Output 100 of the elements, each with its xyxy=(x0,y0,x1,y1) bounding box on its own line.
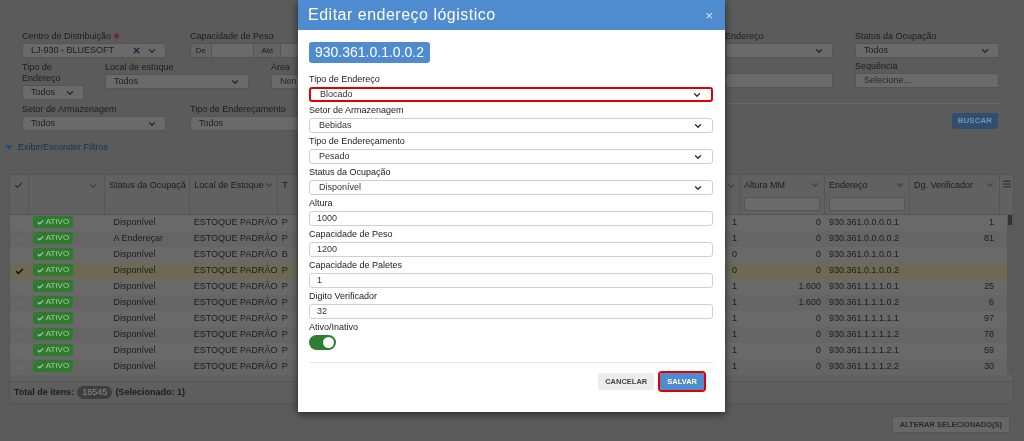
table-cell: 930.361.1.1.1.1.2 xyxy=(829,329,900,340)
input-field[interactable]: 1 xyxy=(309,273,713,288)
table-cell: 1 xyxy=(732,329,737,340)
table-cell: 1 xyxy=(732,297,737,308)
table-cell: 930.361.1.1.1.0.2 xyxy=(829,297,900,308)
clear-icon[interactable] xyxy=(132,46,141,55)
table-cell: 30 xyxy=(984,361,994,372)
table-row[interactable]: 1 0 930.361.0.0.0.0.1 1 xyxy=(725,215,1007,231)
table-row[interactable]: ATIVO Disponível ESTOQUE PADRÃO P xyxy=(10,295,297,311)
select-all-icon[interactable] xyxy=(14,181,24,190)
table-row[interactable]: ATIVO Disponível ESTOQUE PADRÃO P xyxy=(10,279,297,295)
filter-field[interactable]: Selecione... xyxy=(855,73,999,88)
table-cell: 97 xyxy=(984,313,994,324)
field-label: Setor de Armazenagem xyxy=(309,104,405,116)
table-cell: P xyxy=(281,265,288,276)
table-row[interactable]: 0 0 930.361.0.1.0.0.2 xyxy=(725,263,1007,279)
table-cell: 930.361.1.1.1.1.1 xyxy=(829,313,900,324)
input-field[interactable]: 1200 xyxy=(309,242,713,257)
filter-field[interactable]: Nen xyxy=(271,74,298,89)
table-row[interactable]: ATIVO Disponível ESTOQUE PADRÃO P xyxy=(10,343,297,359)
filter-select[interactable] xyxy=(725,43,833,58)
search-button[interactable]: BUSCAR xyxy=(951,113,998,129)
menu-icon[interactable] xyxy=(1001,179,1012,189)
table-row[interactable]: ATIVO Disponível ESTOQUE PADRÃO P xyxy=(10,311,297,327)
filter-select[interactable]: Todos xyxy=(190,116,298,131)
table-cell: Disponível xyxy=(113,281,156,292)
column-header[interactable]: T xyxy=(282,180,288,190)
toggle-switch[interactable] xyxy=(309,335,336,350)
column-header[interactable]: Endereço xyxy=(829,179,868,193)
table-cell: ESTOQUE PADRÃO xyxy=(193,313,278,324)
table-cell: P xyxy=(281,313,288,324)
table-cell: ESTOQUE PADRÃO xyxy=(193,361,278,372)
table-cell: 930.361.1.1.1.0.1 xyxy=(829,281,900,292)
field-label: Tipo de Endereço xyxy=(309,73,381,85)
scrollbar-thumb[interactable] xyxy=(1008,215,1012,225)
chevron-down-icon xyxy=(726,181,736,191)
status-badge: ATIVO xyxy=(32,344,74,356)
table-cell: 0 xyxy=(816,313,821,324)
table-cell: 1 xyxy=(732,233,737,244)
status-badge: ATIVO xyxy=(32,232,74,244)
table-cell: ESTOQUE PADRÃO xyxy=(193,297,278,308)
filter-select[interactable]: Todos xyxy=(855,43,999,58)
input-field[interactable]: 1000 xyxy=(309,211,713,226)
table-cell: B xyxy=(281,249,288,260)
table-cell: P xyxy=(281,345,288,356)
status-badge: ATIVO xyxy=(32,360,74,372)
column-header[interactable]: Altura MM xyxy=(744,179,785,193)
table-cell: 25 xyxy=(984,281,994,292)
select-field[interactable]: Bebidas xyxy=(309,118,713,133)
filter-select[interactable]: LJ-930 - BLUESOFT xyxy=(22,43,166,58)
table-cell: 930.361.0.0.0.0.2 xyxy=(829,233,900,244)
table-cell: ESTOQUE PADRÃO xyxy=(193,249,278,260)
select-field[interactable]: Disponível xyxy=(309,180,713,195)
table-cell: 930.361.1.1.1.2.1 xyxy=(829,345,900,356)
table-row[interactable]: ATIVO Disponível ESTOQUE PADRÃO P xyxy=(10,215,297,231)
filter-label: Centro de Distribuição xyxy=(22,31,166,42)
status-badge: ATIVO xyxy=(32,248,74,260)
table-row[interactable]: 1 0 930.361.1.1.1.2.1 59 xyxy=(725,343,1007,359)
column-header[interactable]: Dg. Verificador xyxy=(914,179,974,193)
input-field[interactable]: 32 xyxy=(309,304,713,319)
range-to-field[interactable] xyxy=(281,43,298,58)
table-cell: 930.361.0.1.0.0.2 xyxy=(829,265,900,276)
table-cell: 1 xyxy=(989,217,994,228)
table-cell: 78 xyxy=(984,329,994,340)
select-field[interactable]: Blocado xyxy=(309,87,713,102)
table-row[interactable]: 1 0 930.361.1.1.1.1.1 97 xyxy=(725,311,1007,327)
select-field[interactable]: Pesado xyxy=(309,149,713,164)
table-row[interactable]: 1 0 930.361.0.0.0.0.2 81 xyxy=(725,231,1007,247)
table-row[interactable]: 1 1.600 930.361.1.1.1.0.1 25 xyxy=(725,279,1007,295)
address-badge: 930.361.0.1.0.0.2 xyxy=(309,42,430,63)
chevron-down-icon xyxy=(895,180,905,190)
table-cell: 0 xyxy=(816,329,821,340)
table-cell: ESTOQUE PADRÃO xyxy=(193,265,278,276)
table-cell: 0 xyxy=(816,217,821,228)
table-cell: Disponível xyxy=(113,329,156,340)
table-row[interactable]: ATIVO Disponível ESTOQUE PADRÃO P xyxy=(10,327,297,343)
table-cell: 1 xyxy=(732,217,737,228)
table-row[interactable]: ATIVO Disponível ESTOQUE PADRÃO B xyxy=(10,247,297,263)
table-row[interactable]: 1 0 930.361.1.1.1.1.2 78 xyxy=(725,327,1007,343)
filter-select[interactable]: Todos xyxy=(105,74,249,89)
filter-select[interactable]: Todos xyxy=(22,85,84,100)
toggle-filters-link[interactable]: Exibir/Esconder Filtros xyxy=(18,141,109,155)
toggle-label: Ativo/Inativo xyxy=(309,321,360,333)
table-cell: Disponível xyxy=(113,297,156,308)
table-row[interactable]: ATIVO Disponível ESTOQUE PADRÃO P xyxy=(10,263,297,279)
table-cell: 0 xyxy=(816,265,821,276)
table-cell: 930.361.1.1.1.2.2 xyxy=(829,361,900,372)
close-button[interactable]: × xyxy=(705,8,713,22)
table-cell: 0 xyxy=(816,345,821,356)
table-row[interactable]: 0 0 930.361.0.1.0.0.1 xyxy=(725,247,1007,263)
table-row[interactable]: ATIVO Disponível ESTOQUE PADRÃO P xyxy=(10,359,297,375)
table-row[interactable]: 1 1.600 930.361.1.1.1.0.2 6 xyxy=(725,295,1007,311)
table-row[interactable]: 1 0 930.361.1.1.1.2.2 30 xyxy=(725,359,1007,375)
table-cell: 0 xyxy=(816,233,821,244)
chevron-down-icon xyxy=(263,180,274,190)
caret-icon xyxy=(5,145,13,151)
filter-field[interactable] xyxy=(725,73,833,88)
filter-select[interactable]: Todos xyxy=(22,116,166,131)
table-cell: P xyxy=(281,233,288,244)
table-cell: 81 xyxy=(984,233,994,244)
